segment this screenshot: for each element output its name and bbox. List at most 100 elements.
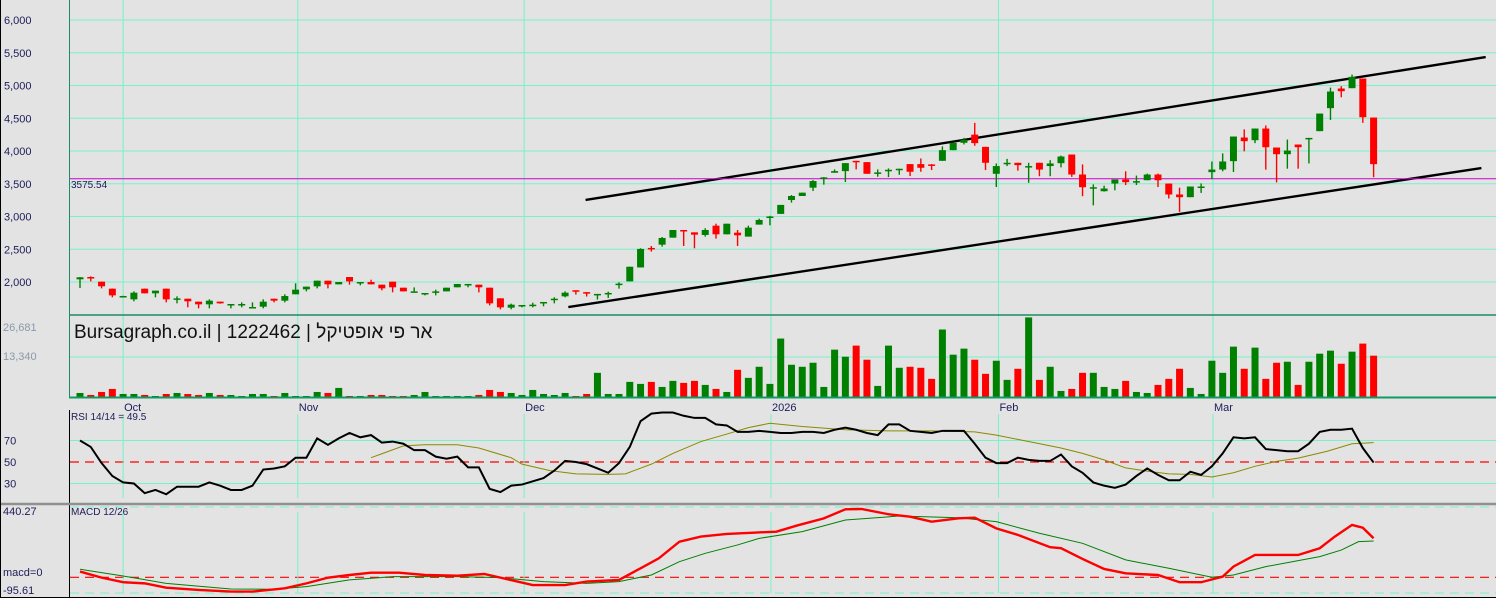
candle-body xyxy=(1197,186,1205,189)
candle-body xyxy=(281,296,289,301)
candle-up xyxy=(335,282,343,285)
candle-body xyxy=(1262,128,1270,148)
candle-body xyxy=(421,293,429,295)
candle-body xyxy=(917,164,925,168)
candle-body xyxy=(906,164,914,172)
candle-body xyxy=(1219,161,1227,170)
volume-bar xyxy=(895,367,903,397)
volume-bar xyxy=(1359,343,1367,397)
candle-body xyxy=(248,307,256,309)
candle-body xyxy=(949,142,957,151)
volume-bar xyxy=(949,354,957,397)
candle-body xyxy=(292,289,300,295)
candle-body xyxy=(712,225,720,235)
volume-bar xyxy=(820,386,828,397)
macd-tick-label: -95.61 xyxy=(3,585,34,597)
candle-body xyxy=(1337,88,1345,92)
candle-body xyxy=(432,291,440,293)
candle-body xyxy=(561,292,569,297)
candle-body xyxy=(151,290,159,294)
candle-body xyxy=(1068,154,1076,175)
candle-up xyxy=(669,229,677,238)
candle-up xyxy=(453,283,461,288)
candle-body xyxy=(130,292,138,300)
candle-body xyxy=(1229,136,1237,162)
candle-body xyxy=(895,168,903,171)
candle-body xyxy=(1326,91,1334,109)
price-axis: 6,000 5,500 5,000 4,500 4,000 3,500 3,000 2,500… xyxy=(4,15,32,289)
volume-bar xyxy=(1262,378,1270,397)
candle-body xyxy=(389,281,397,288)
volume-bar xyxy=(755,366,763,397)
rsi-tick-label: 70 xyxy=(4,436,16,448)
candle-body xyxy=(626,266,634,282)
candle-body xyxy=(227,304,235,306)
volume-bar xyxy=(798,366,806,397)
candle-up xyxy=(1186,186,1194,198)
volume-bar xyxy=(1165,378,1173,397)
candle-body xyxy=(540,301,548,304)
candle-down xyxy=(863,162,871,174)
volume-bar xyxy=(1046,366,1054,397)
candle-body xyxy=(960,139,968,143)
price-tick-label: 3,000 xyxy=(4,212,32,224)
volume-tick-label: 13,340 xyxy=(3,351,37,363)
volume-bar xyxy=(647,381,655,397)
volume-bar xyxy=(1100,386,1108,397)
volume-bar xyxy=(1132,391,1140,397)
volume-bar xyxy=(593,372,601,397)
candle-body xyxy=(162,288,170,300)
candle-body xyxy=(205,300,213,305)
candle-body xyxy=(1240,137,1248,142)
candle-body xyxy=(1046,163,1054,167)
candle-body xyxy=(820,177,828,179)
candle-down xyxy=(399,287,407,292)
volume-bar xyxy=(1025,317,1033,397)
volume-bar xyxy=(1111,388,1119,397)
candle-body xyxy=(1273,147,1281,155)
candle-body xyxy=(76,277,84,280)
candle-body xyxy=(1186,186,1194,198)
candle-body xyxy=(593,293,601,296)
candle-body xyxy=(1025,166,1033,168)
candle-body xyxy=(669,229,677,238)
candle-body xyxy=(1294,144,1302,148)
candle-body xyxy=(529,304,537,307)
candle-body xyxy=(777,204,785,214)
candle-down xyxy=(1068,154,1076,177)
volume-bar xyxy=(1229,346,1237,397)
candle-body xyxy=(324,280,332,285)
candle-body xyxy=(1143,174,1151,181)
candle-body xyxy=(270,298,278,301)
candle-body xyxy=(238,304,246,306)
candle-body xyxy=(658,237,666,245)
volume-bar xyxy=(1014,368,1022,397)
candle-body xyxy=(841,163,849,172)
candle-body xyxy=(798,192,806,196)
volume-bar xyxy=(787,364,795,397)
volume-bar xyxy=(1208,360,1216,397)
candle-body xyxy=(518,304,526,307)
candle-body xyxy=(1176,194,1184,198)
date-label: 2026 xyxy=(772,402,796,414)
candle-body xyxy=(1111,179,1119,184)
price-tick-label: 2,500 xyxy=(4,244,32,256)
volume-bar xyxy=(1337,363,1345,397)
date-label: Nov xyxy=(299,402,319,414)
candle-body xyxy=(852,160,860,163)
volume-bar xyxy=(281,392,289,397)
volume-bar xyxy=(1326,350,1334,397)
candle-body xyxy=(938,150,946,161)
candle-body xyxy=(1348,76,1356,89)
chart-title: Bursagraph.co.il | 1222462 | אר פי אופטי… xyxy=(74,322,433,343)
volume-bar xyxy=(831,349,839,397)
candle-body xyxy=(583,292,591,294)
candle-body xyxy=(734,232,742,236)
candle-body xyxy=(464,283,472,286)
volume-bar xyxy=(173,392,181,397)
candle-body xyxy=(874,172,882,174)
candle-up xyxy=(637,248,645,268)
volume-bar xyxy=(885,345,892,397)
volume-tick-label: 26,681 xyxy=(3,322,37,334)
candle-body xyxy=(108,288,116,296)
